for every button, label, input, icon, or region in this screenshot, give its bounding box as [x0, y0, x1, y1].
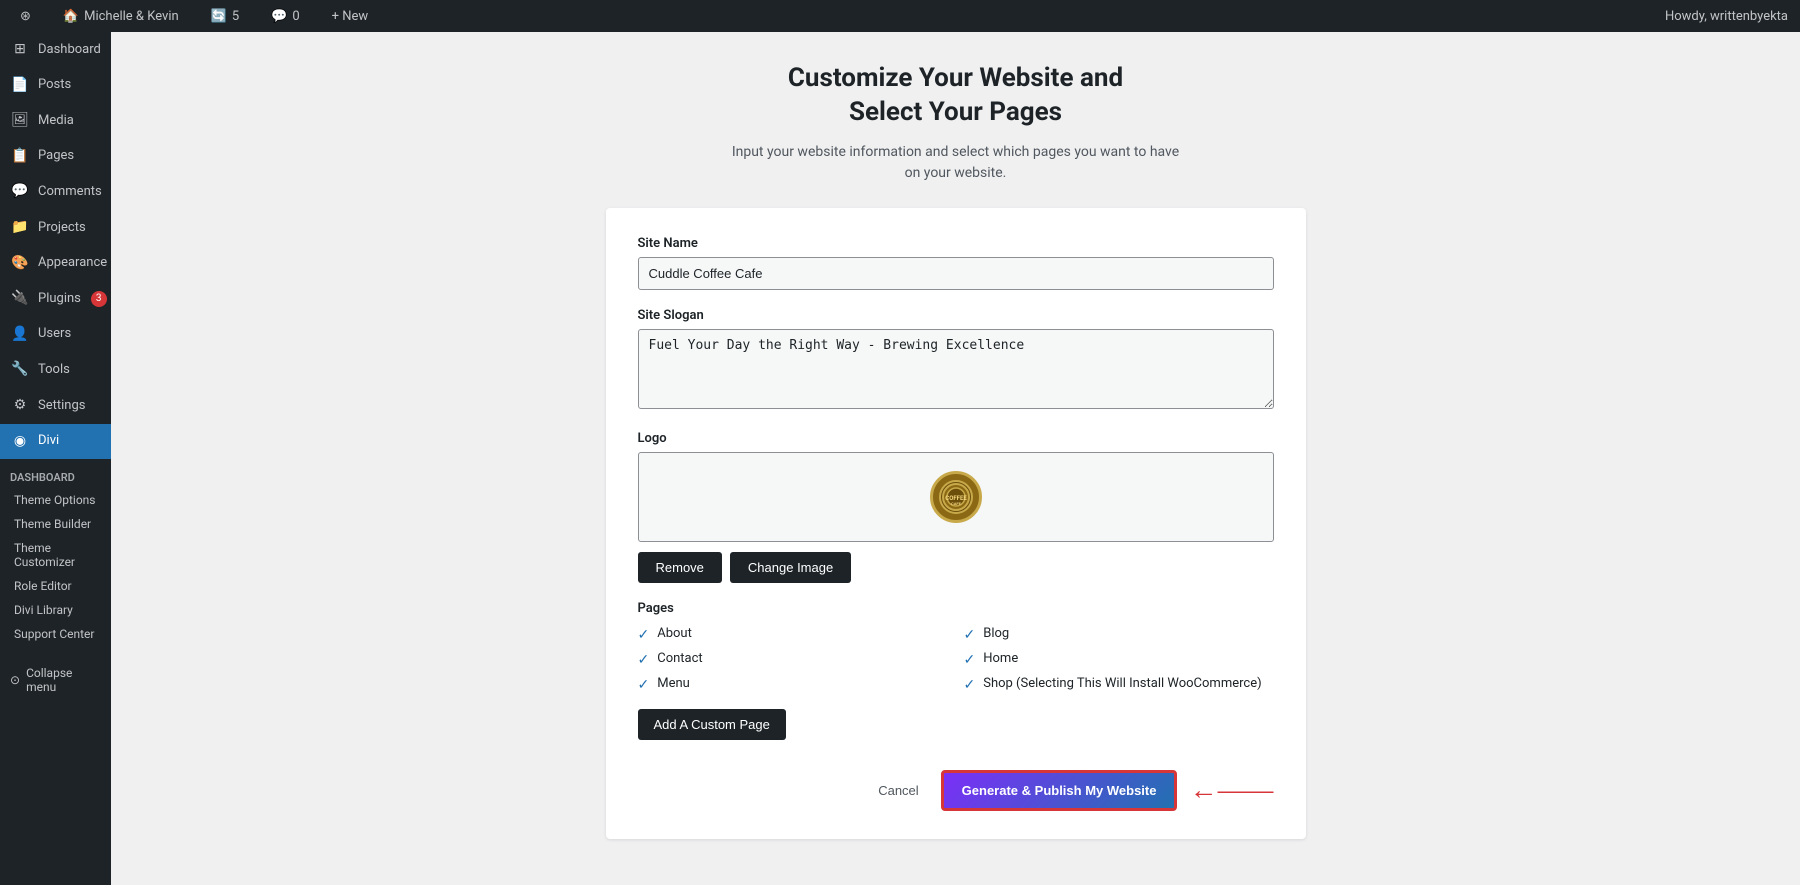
logo-preview: COFFEE CAFE — [638, 452, 1274, 542]
page-title: Customize Your Website andSelect Your Pa… — [606, 62, 1306, 130]
collapse-icon: ⊙ — [10, 673, 20, 687]
coffee-logo-svg: COFFEE CAFE — [942, 483, 970, 511]
card-footer: Cancel Generate & Publish My Website ←⎯⎯… — [638, 760, 1274, 811]
pages-grid: ✓ About ✓ Blog ✓ Contact ✓ — [638, 626, 1274, 693]
plugins-badge: 3 — [91, 291, 107, 307]
page-label-home: Home — [983, 651, 1018, 666]
sidebar-item-comments[interactable]: 💬 Comments — [0, 174, 111, 210]
pages-label: Pages — [638, 601, 1274, 616]
plugins-icon: 🔌 — [10, 289, 30, 309]
add-custom-page-button[interactable]: Add A Custom Page — [638, 709, 786, 740]
users-icon: 👤 — [10, 325, 30, 345]
submenu-divi-library[interactable]: Divi Library — [0, 598, 111, 622]
sidebar-item-tools[interactable]: 🔧 Tools — [0, 352, 111, 388]
admin-bar: ⊛ 🏠 Michelle & Kevin 🔄 5 💬 0 + New Howdy… — [0, 0, 1800, 32]
posts-icon: 📄 — [10, 76, 30, 96]
site-name-input[interactable] — [638, 257, 1274, 290]
comments-icon: 💬 — [271, 9, 287, 24]
logo-inner: COFFEE CAFE — [939, 480, 973, 514]
page-container: Customize Your Website andSelect Your Pa… — [606, 62, 1306, 855]
cancel-button[interactable]: Cancel — [870, 777, 926, 804]
check-icon-shop: ✓ — [964, 677, 976, 693]
divi-submenu: Dashboard Theme Options Theme Builder Th… — [0, 459, 111, 650]
check-icon-contact: ✓ — [638, 652, 650, 668]
red-arrow-annotation: ←⎯⎯⎯⎯ — [1189, 773, 1273, 807]
site-icon: 🏠 — [63, 9, 79, 24]
projects-icon: 📁 — [10, 218, 30, 238]
updates-item[interactable]: 🔄 5 — [203, 0, 248, 32]
page-label-contact: Contact — [657, 651, 702, 666]
site-name-bar[interactable]: 🏠 Michelle & Kevin — [55, 0, 187, 32]
pages-section: Pages ✓ About ✓ Blog ✓ Contact — [638, 601, 1274, 693]
appearance-icon: 🎨 — [10, 254, 30, 274]
sidebar-item-dashboard[interactable]: ⊞ Dashboard — [0, 32, 111, 68]
form-card: Site Name Site Slogan Logo — [606, 208, 1306, 839]
wp-icon: ⊛ — [20, 9, 31, 24]
check-icon-about: ✓ — [638, 627, 650, 643]
sidebar-item-divi[interactable]: ◉ Divi — [0, 424, 111, 460]
main-content: Customize Your Website andSelect Your Pa… — [111, 32, 1800, 885]
change-image-button[interactable]: Change Image — [730, 552, 851, 583]
logo-group: Logo COFFEE CAFE — [638, 431, 1274, 583]
check-icon-blog: ✓ — [964, 627, 976, 643]
wp-logo[interactable]: ⊛ — [12, 0, 39, 32]
page-subtitle: Input your website information and selec… — [606, 142, 1306, 184]
page-check-home: ✓ Home — [964, 651, 1274, 668]
page-label-about: About — [657, 626, 692, 641]
logo-label: Logo — [638, 431, 1274, 446]
site-slogan-input[interactable] — [638, 329, 1274, 409]
settings-icon: ⚙ — [10, 396, 30, 416]
sidebar-item-settings[interactable]: ⚙ Settings — [0, 388, 111, 424]
check-icon-home: ✓ — [964, 652, 976, 668]
collapse-menu-button[interactable]: ⊙ Collapse menu — [0, 658, 111, 702]
sidebar-item-users[interactable]: 👤 Users — [0, 317, 111, 353]
site-slogan-group: Site Slogan — [638, 308, 1274, 413]
updates-icon: 🔄 — [211, 9, 227, 24]
sidebar-item-appearance[interactable]: 🎨 Appearance — [0, 246, 111, 282]
dashboard-icon: ⊞ — [10, 40, 30, 60]
comments-item[interactable]: 💬 0 — [263, 0, 308, 32]
site-slogan-label: Site Slogan — [638, 308, 1274, 323]
site-name-label: Site Name — [638, 236, 1274, 251]
submenu-support-center[interactable]: Support Center — [0, 622, 111, 646]
page-label-shop: Shop (Selecting This Will Install WooCom… — [983, 676, 1261, 691]
tools-icon: 🔧 — [10, 360, 30, 380]
sidebar-item-projects[interactable]: 📁 Projects — [0, 210, 111, 246]
new-content-item[interactable]: + New — [324, 0, 377, 32]
generate-button[interactable]: Generate & Publish My Website — [941, 770, 1178, 811]
comments-icon: 💬 — [10, 182, 30, 202]
page-check-about: ✓ About — [638, 626, 948, 643]
page-check-shop: ✓ Shop (Selecting This Will Install WooC… — [964, 676, 1274, 693]
sidebar: ⊞ Dashboard 📄 Posts 🖼 Media 📋 Pages 💬 Co… — [0, 32, 111, 885]
generate-with-arrow: Generate & Publish My Website ←⎯⎯⎯⎯ — [941, 770, 1274, 811]
page-label-menu: Menu — [657, 676, 690, 691]
sidebar-item-pages[interactable]: 📋 Pages — [0, 139, 111, 175]
sidebar-item-plugins[interactable]: 🔌 Plugins 3 — [0, 281, 111, 317]
submenu-theme-customizer[interactable]: Theme Customizer — [0, 536, 111, 574]
submenu-role-editor[interactable]: Role Editor — [0, 574, 111, 598]
sidebar-item-media[interactable]: 🖼 Media — [0, 103, 111, 139]
submenu-theme-options[interactable]: Theme Options — [0, 488, 111, 512]
page-check-menu: ✓ Menu — [638, 676, 948, 693]
logo-buttons: Remove Change Image — [638, 552, 1274, 583]
media-icon: 🖼 — [10, 111, 30, 131]
page-header: Customize Your Website andSelect Your Pa… — [606, 62, 1306, 184]
page-check-blog: ✓ Blog — [964, 626, 1274, 643]
page-check-contact: ✓ Contact — [638, 651, 948, 668]
howdy-text: Howdy, writtenbyekta — [1665, 9, 1788, 24]
check-icon-menu: ✓ — [638, 677, 650, 693]
submenu-theme-builder[interactable]: Theme Builder — [0, 512, 111, 536]
submenu-heading: Dashboard — [0, 463, 111, 488]
svg-text:CAFE: CAFE — [951, 501, 962, 506]
pages-icon: 📋 — [10, 147, 30, 167]
page-label-blog: Blog — [983, 626, 1009, 641]
remove-logo-button[interactable]: Remove — [638, 552, 722, 583]
divi-icon: ◉ — [10, 432, 30, 452]
logo-image: COFFEE CAFE — [930, 471, 982, 523]
site-name-group: Site Name — [638, 236, 1274, 290]
sidebar-item-posts[interactable]: 📄 Posts — [0, 68, 111, 104]
